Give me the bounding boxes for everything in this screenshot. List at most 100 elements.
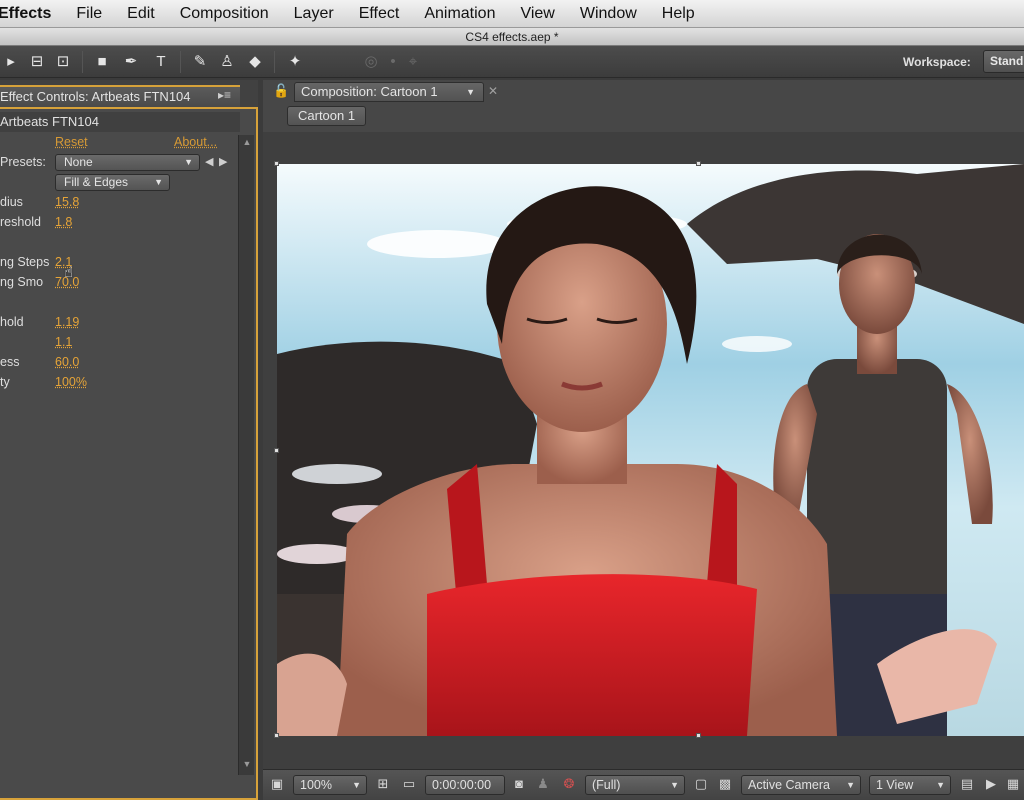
frame-handle[interactable]	[274, 161, 279, 166]
presets-label: Presets:	[0, 155, 46, 169]
clone-stamp-tool-icon[interactable]: ♙	[216, 51, 238, 73]
view-layout-select[interactable]: 1 View ▼	[869, 775, 951, 795]
resolution-value: (Full)	[592, 778, 621, 792]
workspace-label: Workspace:	[903, 55, 971, 69]
transparency-grid-icon[interactable]: ▩	[715, 775, 735, 795]
menu-app[interactable]: Effects	[0, 5, 51, 23]
param-label: ess	[0, 355, 20, 369]
param-value[interactable]: 1.1	[55, 332, 72, 352]
menu-window[interactable]: Window	[580, 5, 637, 23]
menu-animation[interactable]: Animation	[424, 5, 495, 23]
param-row: dius 15.8	[0, 192, 236, 212]
scroll-down-icon[interactable]: ▼	[241, 759, 253, 771]
param-label: ty	[0, 375, 10, 389]
menu-file[interactable]: File	[76, 5, 102, 23]
param-row: ng Steps 2.1	[0, 252, 236, 272]
cartoon-frame-image	[277, 164, 1024, 736]
menu-layer[interactable]: Layer	[294, 5, 334, 23]
timeline-icon[interactable]: ▦	[1003, 775, 1023, 795]
param-value[interactable]: 1.8	[55, 212, 72, 232]
window-title: CS4 effects.aep *	[0, 28, 1024, 46]
region-of-interest-icon[interactable]: ▢	[691, 775, 711, 795]
zoom-value: 100%	[300, 778, 332, 792]
pan-tool-icon[interactable]: ⊡	[52, 51, 74, 73]
timecode-field[interactable]: 0:00:00:00	[425, 775, 505, 795]
menu-effect[interactable]: Effect	[359, 5, 400, 23]
camera-snapshot-icon[interactable]: ◙	[509, 775, 529, 795]
layer-name: Artbeats FTN104	[0, 112, 240, 132]
menu-view[interactable]: View	[520, 5, 554, 23]
always-preview-icon[interactable]: ▣	[267, 775, 287, 795]
frame-handle[interactable]	[274, 448, 279, 453]
render-dropdown[interactable]: Fill & Edges ▼	[55, 174, 170, 191]
presets-value: None	[64, 155, 93, 169]
view-axis-icon[interactable]: ⌖	[402, 51, 424, 73]
composition-viewer[interactable]	[263, 132, 1024, 772]
param-label: ng Smo	[0, 275, 44, 289]
menu-composition[interactable]: Composition	[180, 5, 269, 23]
param-value[interactable]: 1.19	[55, 312, 79, 332]
reset-link[interactable]: Reset	[55, 135, 88, 149]
selection-tool-icon[interactable]: ▸	[0, 51, 22, 73]
resolution-select[interactable]: (Full) ▼	[585, 775, 685, 795]
frame-handle[interactable]	[696, 161, 701, 166]
chevron-down-icon: ▼	[352, 780, 361, 790]
zoom-select[interactable]: 100% ▼	[293, 775, 367, 795]
param-value[interactable]: 15.8	[55, 192, 79, 212]
about-link[interactable]: About...	[174, 135, 217, 149]
presets-dropdown[interactable]: None ▼	[55, 154, 200, 171]
frame-handle[interactable]	[696, 733, 701, 738]
menu-bar: Effects File Edit Composition Layer Effe…	[0, 0, 1024, 28]
channel-icon[interactable]: ❂	[559, 775, 579, 795]
eraser-tool-icon[interactable]: ◆	[244, 51, 266, 73]
fast-preview-icon[interactable]: ▶	[981, 775, 1001, 795]
rectangle-tool-icon[interactable]: ■	[91, 51, 113, 73]
puppet-pin-tool-icon[interactable]: ✦	[284, 51, 306, 73]
param-label: reshold	[0, 215, 41, 229]
chevron-down-icon: ▼	[466, 87, 475, 97]
toolbar-divider	[82, 51, 83, 73]
effect-controls-scrollbar[interactable]: ▲ ▼	[238, 135, 254, 775]
param-label: ng Steps	[0, 255, 50, 269]
preset-prev-icon[interactable]: ◀	[205, 155, 213, 168]
world-axis-icon[interactable]: •	[382, 51, 404, 73]
camera-select[interactable]: Active Camera ▼	[741, 775, 861, 795]
toolbar-divider	[274, 51, 275, 73]
brush-tool-icon[interactable]: ✎	[189, 51, 211, 73]
param-label: hold	[0, 315, 24, 329]
close-icon[interactable]: ✕	[488, 84, 498, 98]
param-label: dius	[0, 195, 23, 209]
text-tool-icon[interactable]: T	[150, 51, 172, 73]
chevron-down-icon: ▼	[936, 780, 945, 790]
menu-edit[interactable]: Edit	[127, 5, 155, 23]
grid-icon[interactable]: ⊞	[373, 775, 393, 795]
frame-handle[interactable]	[274, 733, 279, 738]
axis-mode-icon[interactable]: ◎	[360, 51, 382, 73]
camera-value: Active Camera	[748, 778, 830, 792]
comp-breadcrumb[interactable]: Cartoon 1	[287, 106, 367, 126]
show-snapshot-icon[interactable]: ♟	[533, 775, 553, 795]
preset-next-icon[interactable]: ▶	[219, 155, 227, 168]
param-value[interactable]: 100%	[55, 372, 87, 392]
pen-tool-icon[interactable]: ✒	[120, 51, 142, 73]
panel-menu-icon[interactable]: ▸≡	[218, 88, 231, 102]
workspace-select[interactable]: Stand	[983, 50, 1024, 73]
composition-tab[interactable]: Composition: Cartoon 1 ▼	[294, 82, 484, 102]
effect-controls-tab[interactable]: Effect Controls: Artbeats FTN104	[0, 85, 240, 107]
scroll-up-icon[interactable]: ▲	[241, 137, 253, 149]
mask-view-icon[interactable]: ▭	[399, 775, 419, 795]
pan-behind-tool-icon[interactable]: ⊟	[26, 51, 48, 73]
lock-icon[interactable]: 🔓	[273, 83, 289, 99]
views-value: 1 View	[876, 778, 914, 792]
menu-help[interactable]: Help	[662, 5, 695, 23]
param-value[interactable]: 60.0	[55, 352, 79, 372]
effect-controls-panel: Effect Controls: Artbeats FTN104 ▸≡ Artb…	[0, 80, 258, 800]
param-row: ess 60.0	[0, 352, 236, 372]
toolbar-divider	[180, 51, 181, 73]
render-value: Fill & Edges	[64, 175, 129, 189]
chevron-down-icon: ▼	[846, 780, 855, 790]
toggle-pixel-aspect-icon[interactable]: ▤	[957, 775, 977, 795]
param-row: ty 100%	[0, 372, 236, 392]
chevron-down-icon: ▼	[154, 177, 163, 187]
param-value[interactable]: 70.0	[55, 272, 79, 292]
